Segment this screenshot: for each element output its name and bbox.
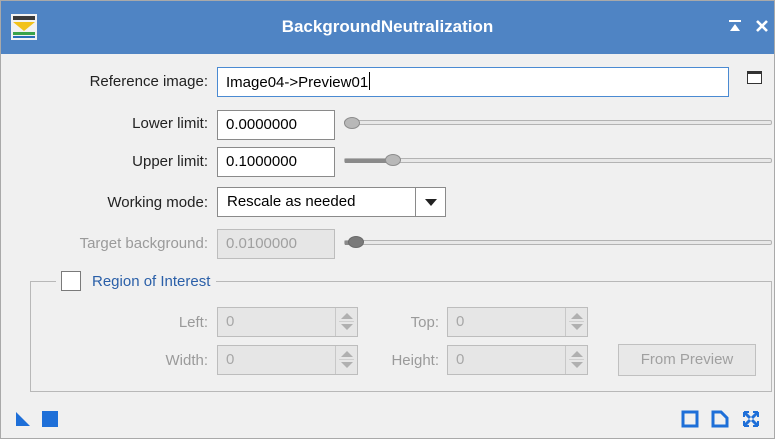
target-background-slider-thumb[interactable] (348, 236, 364, 248)
upper-limit-value: 0.1000000 (226, 153, 297, 170)
working-mode-select[interactable]: Rescale as needed (217, 187, 446, 217)
window-title: BackgroundNeutralization (281, 17, 494, 36)
title-bar[interactable]: BackgroundNeutralization (1, 1, 774, 54)
lower-limit-label: Lower limit: (132, 115, 208, 132)
roi-width-label: Width: (165, 352, 208, 369)
upper-limit-slider-thumb[interactable] (385, 154, 401, 166)
spin-buttons[interactable] (565, 346, 587, 374)
upper-limit-slider-fill (345, 159, 388, 163)
browse-documentation-icon[interactable] (711, 410, 729, 428)
spin-buttons[interactable] (565, 308, 587, 336)
roi-left-spinbox[interactable]: 0 (217, 307, 358, 337)
apply-icon[interactable] (41, 410, 59, 428)
roi-height-label: Height: (391, 352, 439, 369)
reference-image-value: Image04->Preview01 (226, 74, 369, 91)
target-background-field[interactable]: 0.0100000 (217, 229, 335, 259)
new-instance-icon[interactable] (15, 411, 31, 427)
region-of-interest-toggle[interactable]: Region of Interest (56, 269, 217, 293)
lower-limit-slider-thumb[interactable] (344, 117, 360, 129)
working-mode-label: Working mode: (107, 194, 208, 211)
lower-limit-value: 0.0000000 (226, 116, 297, 133)
roi-height-value: 0 (456, 351, 465, 368)
process-window: BackgroundNeutralization Reference image… (0, 0, 775, 439)
dropdown-arrow-icon[interactable] (415, 188, 445, 216)
spin-down-icon[interactable] (571, 362, 583, 368)
region-of-interest-title: Region of Interest (92, 272, 211, 290)
spin-up-icon[interactable] (341, 351, 353, 357)
reference-image-label: Reference image: (89, 73, 208, 90)
roi-top-spinbox[interactable]: 0 (447, 307, 588, 337)
lower-limit-field[interactable]: 0.0000000 (217, 110, 335, 140)
bottom-toolbar (1, 398, 774, 438)
upper-limit-label: Upper limit: (132, 153, 208, 170)
region-of-interest-checkbox[interactable] (61, 271, 81, 291)
roi-left-label: Left: (178, 314, 208, 331)
working-mode-value: Rescale as needed (227, 193, 356, 210)
target-background-value: 0.0100000 (226, 235, 297, 252)
close-icon[interactable] (751, 15, 773, 37)
upper-limit-slider[interactable] (344, 158, 772, 163)
spin-down-icon[interactable] (571, 324, 583, 330)
roi-height-spinbox[interactable]: 0 (447, 345, 588, 375)
preferences-icon[interactable] (741, 409, 761, 429)
target-background-slider[interactable] (344, 240, 772, 245)
target-background-label: Target background: (79, 235, 208, 252)
reset-icon[interactable] (681, 410, 699, 428)
spin-buttons[interactable] (335, 346, 357, 374)
spin-buttons[interactable] (335, 308, 357, 336)
text-caret (369, 72, 371, 90)
select-view-icon[interactable] (747, 71, 762, 84)
lower-limit-slider[interactable] (344, 120, 772, 125)
upper-limit-field[interactable]: 0.1000000 (217, 147, 335, 177)
roi-top-value: 0 (456, 313, 465, 330)
spin-up-icon[interactable] (341, 313, 353, 319)
spin-up-icon[interactable] (571, 313, 583, 319)
roi-left-value: 0 (226, 313, 235, 330)
shade-icon[interactable] (724, 15, 746, 37)
roi-width-spinbox[interactable]: 0 (217, 345, 358, 375)
spin-down-icon[interactable] (341, 324, 353, 330)
roi-width-value: 0 (226, 351, 235, 368)
roi-top-label: Top: (410, 314, 439, 331)
from-preview-button[interactable]: From Preview (618, 344, 756, 376)
spin-down-icon[interactable] (341, 362, 353, 368)
spin-up-icon[interactable] (571, 351, 583, 357)
reference-image-field[interactable]: Image04->Preview01 (217, 67, 729, 97)
